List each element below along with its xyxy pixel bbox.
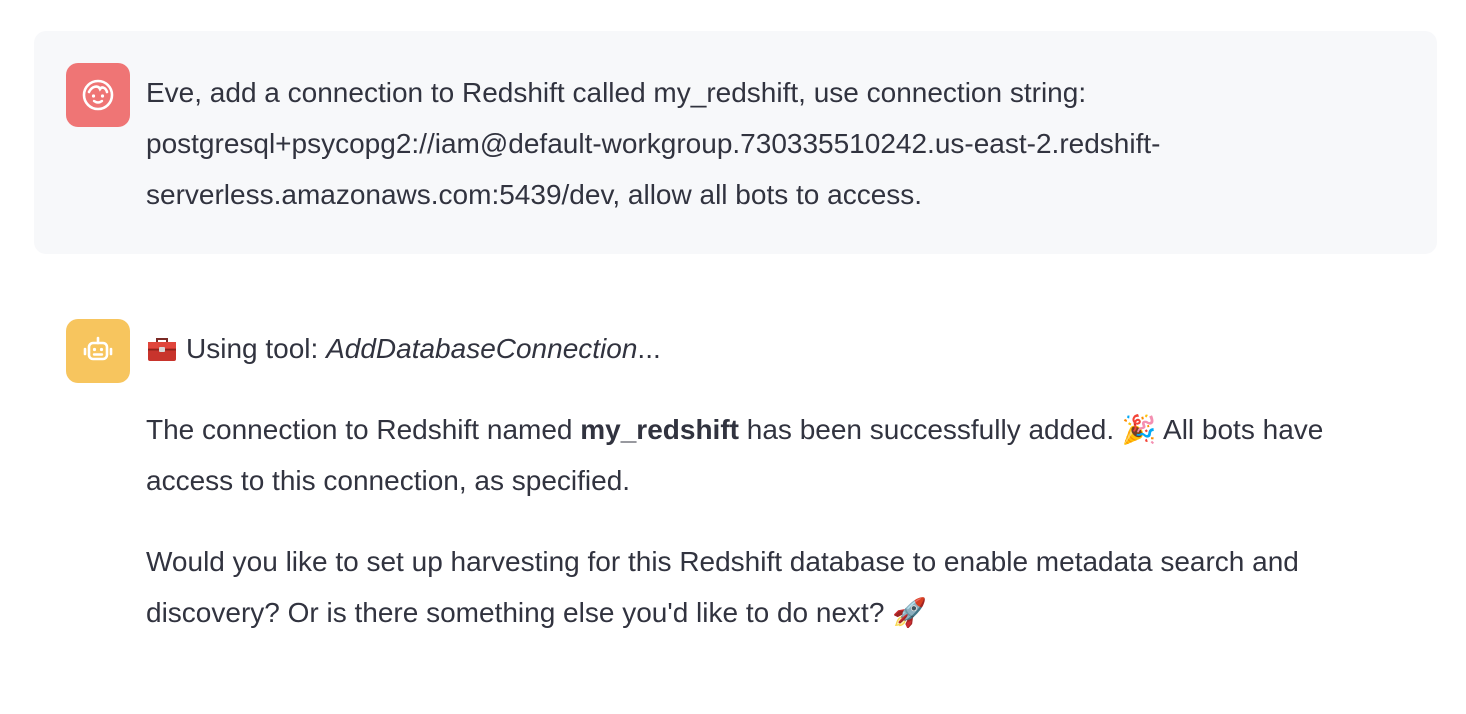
toolbox-icon <box>148 337 176 361</box>
para1-after: has been successfully added. <box>738 414 1122 445</box>
user-face-icon <box>82 79 114 111</box>
user-message-line: postgresql+psycopg2://iam@default-workgr… <box>146 128 1161 159</box>
para2-line2-text: discovery? Or is there something else yo… <box>146 597 893 628</box>
bot-message-text: Using tool: AddDatabaseConnection... The… <box>146 323 1397 638</box>
bot-message: Using tool: AddDatabaseConnection... The… <box>34 296 1437 676</box>
user-message-text: Eve, add a connection to Redshift called… <box>146 67 1397 220</box>
tool-suffix: ... <box>637 333 661 364</box>
tool-name: AddDatabaseConnection <box>326 333 638 364</box>
para1-before: The connection to Redshift named <box>146 414 581 445</box>
bot-avatar <box>66 319 130 383</box>
bot-paragraph-1: The connection to Redshift named my_reds… <box>146 404 1397 506</box>
tool-usage-line: Using tool: AddDatabaseConnection... <box>146 323 1397 374</box>
rocket-icon: 🚀 <box>892 596 928 629</box>
user-avatar <box>66 63 130 127</box>
bot-paragraph-1-line-1: The connection to Redshift named my_reds… <box>146 404 1397 455</box>
para1-tail: All bots have <box>1156 414 1324 445</box>
bot-paragraph-2-line-2: discovery? Or is there something else yo… <box>146 587 1397 638</box>
bot-paragraph-2-line-1: Would you like to set up harvesting for … <box>146 546 1299 577</box>
user-message-line: Eve, add a connection to Redshift called… <box>146 77 1087 108</box>
party-popper-icon: 🎉 <box>1121 413 1157 446</box>
user-message-line: serverless.amazonaws.com:5439/dev, allow… <box>146 179 923 210</box>
user-message: Eve, add a connection to Redshift called… <box>34 31 1437 254</box>
tool-prefix: Using tool: <box>186 333 319 364</box>
bot-paragraph-1-line-2: access to this connection, as specified. <box>146 465 631 496</box>
chat-page: Eve, add a connection to Redshift called… <box>0 0 1466 714</box>
robot-face-icon <box>83 336 113 361</box>
connection-name: my_redshift <box>580 414 739 445</box>
bot-paragraph-2: Would you like to set up harvesting for … <box>146 536 1397 638</box>
